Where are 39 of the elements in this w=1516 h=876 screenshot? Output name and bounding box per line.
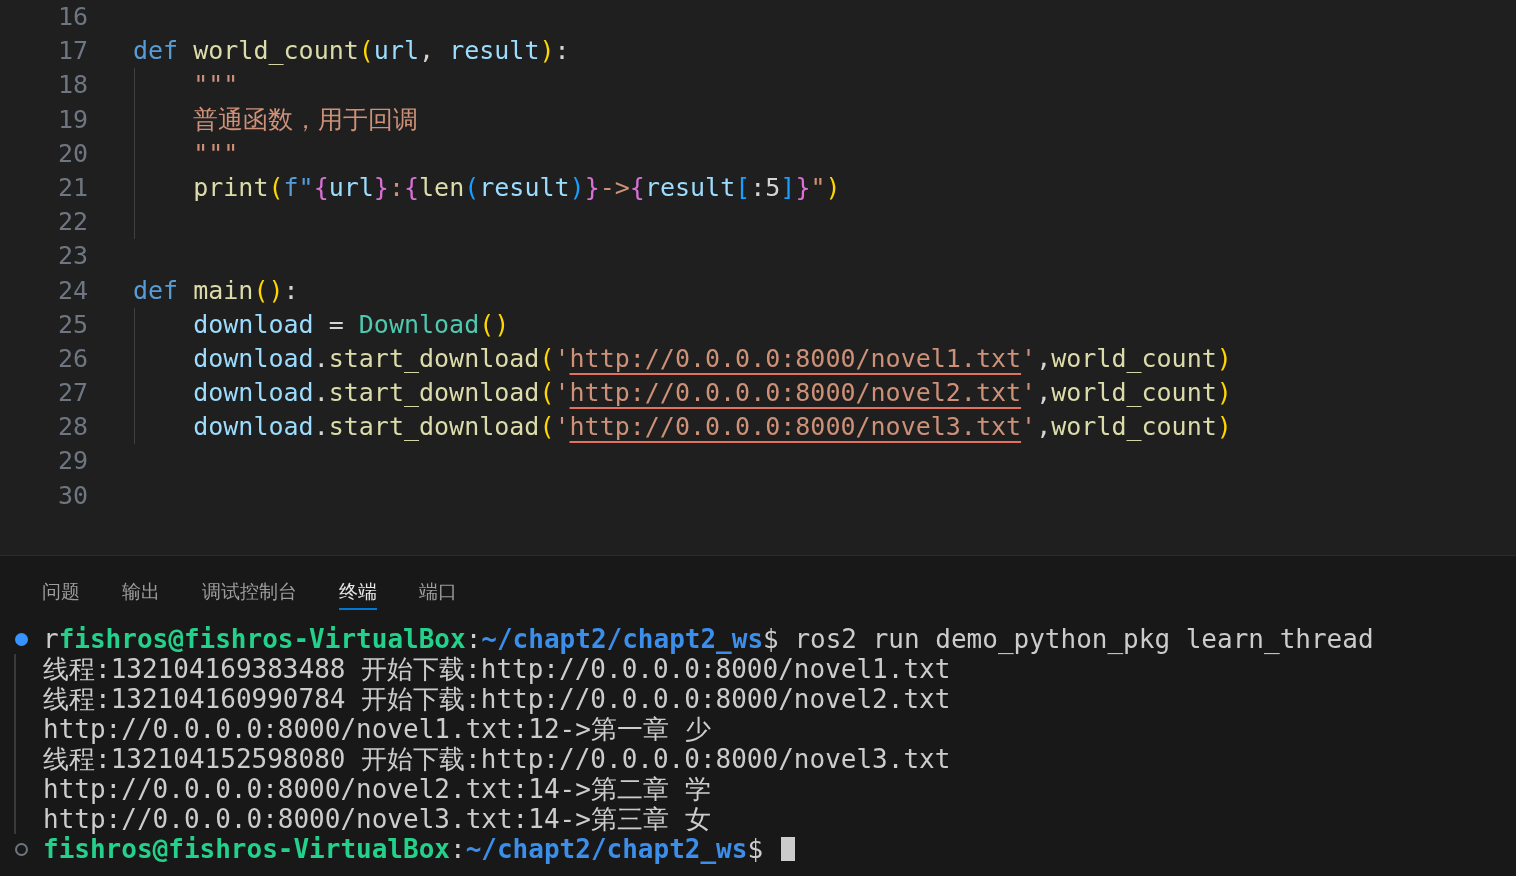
code-line: download.start_download('http://0.0.0.0:8000/novel3.txt',world_count) [192,411,1232,444]
line-number: 22 [56,206,88,239]
panel-tab[interactable]: 端口 [419,574,457,610]
terminal-prompt: rfishros@fishros-VirtualBox:~/chapt2/chapt2_ws$ ros2 run demo_python_pkg learn_thread [43,624,1374,654]
terminal-output: http://0.0.0.0:8000/novel3.txt:14->第三章 女 [43,804,711,834]
terminal-prompt: fishros@fishros-VirtualBox:~/chapt2/chapt2_ws$ [43,834,765,864]
code-line: download.start_download('http://0.0.0.0:8000/novel2.txt',world_count) [192,377,1232,410]
line-number: 16 [56,1,88,33]
panel-tab[interactable]: 问题 [42,574,80,610]
line-number: 17 [56,35,88,68]
panel-tab[interactable]: 输出 [122,574,160,610]
terminal-output: 线程:132104160990784 开始下载:http://0.0.0.0:8000/novel2.txt [43,684,951,714]
line-number: 19 [56,103,88,136]
code-line: def world_count(url, result): [133,35,570,68]
line-number: 25 [56,308,88,341]
code-line: download = Download() [192,308,510,341]
code-line: def main(): [133,274,299,307]
terminal-output: http://0.0.0.0:8000/novel2.txt:14->第二章 学 [43,774,711,804]
panel-tab[interactable]: 终端 [339,574,377,610]
line-number: 18 [56,69,88,102]
line-number: 21 [56,171,88,204]
terminal-cursor [780,837,795,861]
code-line: """ [192,137,239,170]
terminal-output: 线程:132104169383488 开始下载:http://0.0.0.0:8000/novel1.txt [43,654,951,684]
code-line: download.start_download('http://0.0.0.0:8000/novel1.txt',world_count) [192,342,1232,375]
line-number: 27 [56,377,88,410]
line-number: 29 [56,445,88,478]
terminal-output: http://0.0.0.0:8000/novel1.txt:12->第一章 少 [43,714,711,744]
line-number: 28 [56,411,88,444]
panel-tab[interactable]: 调试控制台 [202,574,297,610]
line-number: 23 [56,240,88,273]
line-number: 20 [56,137,88,170]
line-number: 24 [56,274,88,307]
code-line: """ [192,69,239,102]
line-number: 30 [56,479,88,512]
code-line: print(f"{url}:{len(result)}->{result[:5]}") [192,171,841,204]
line-number: 26 [56,342,88,375]
terminal-output: 线程:132104152598080 开始下载:http://0.0.0.0:8000/novel3.txt [43,744,951,774]
code-line: 普通函数，用于回调 [192,103,419,136]
